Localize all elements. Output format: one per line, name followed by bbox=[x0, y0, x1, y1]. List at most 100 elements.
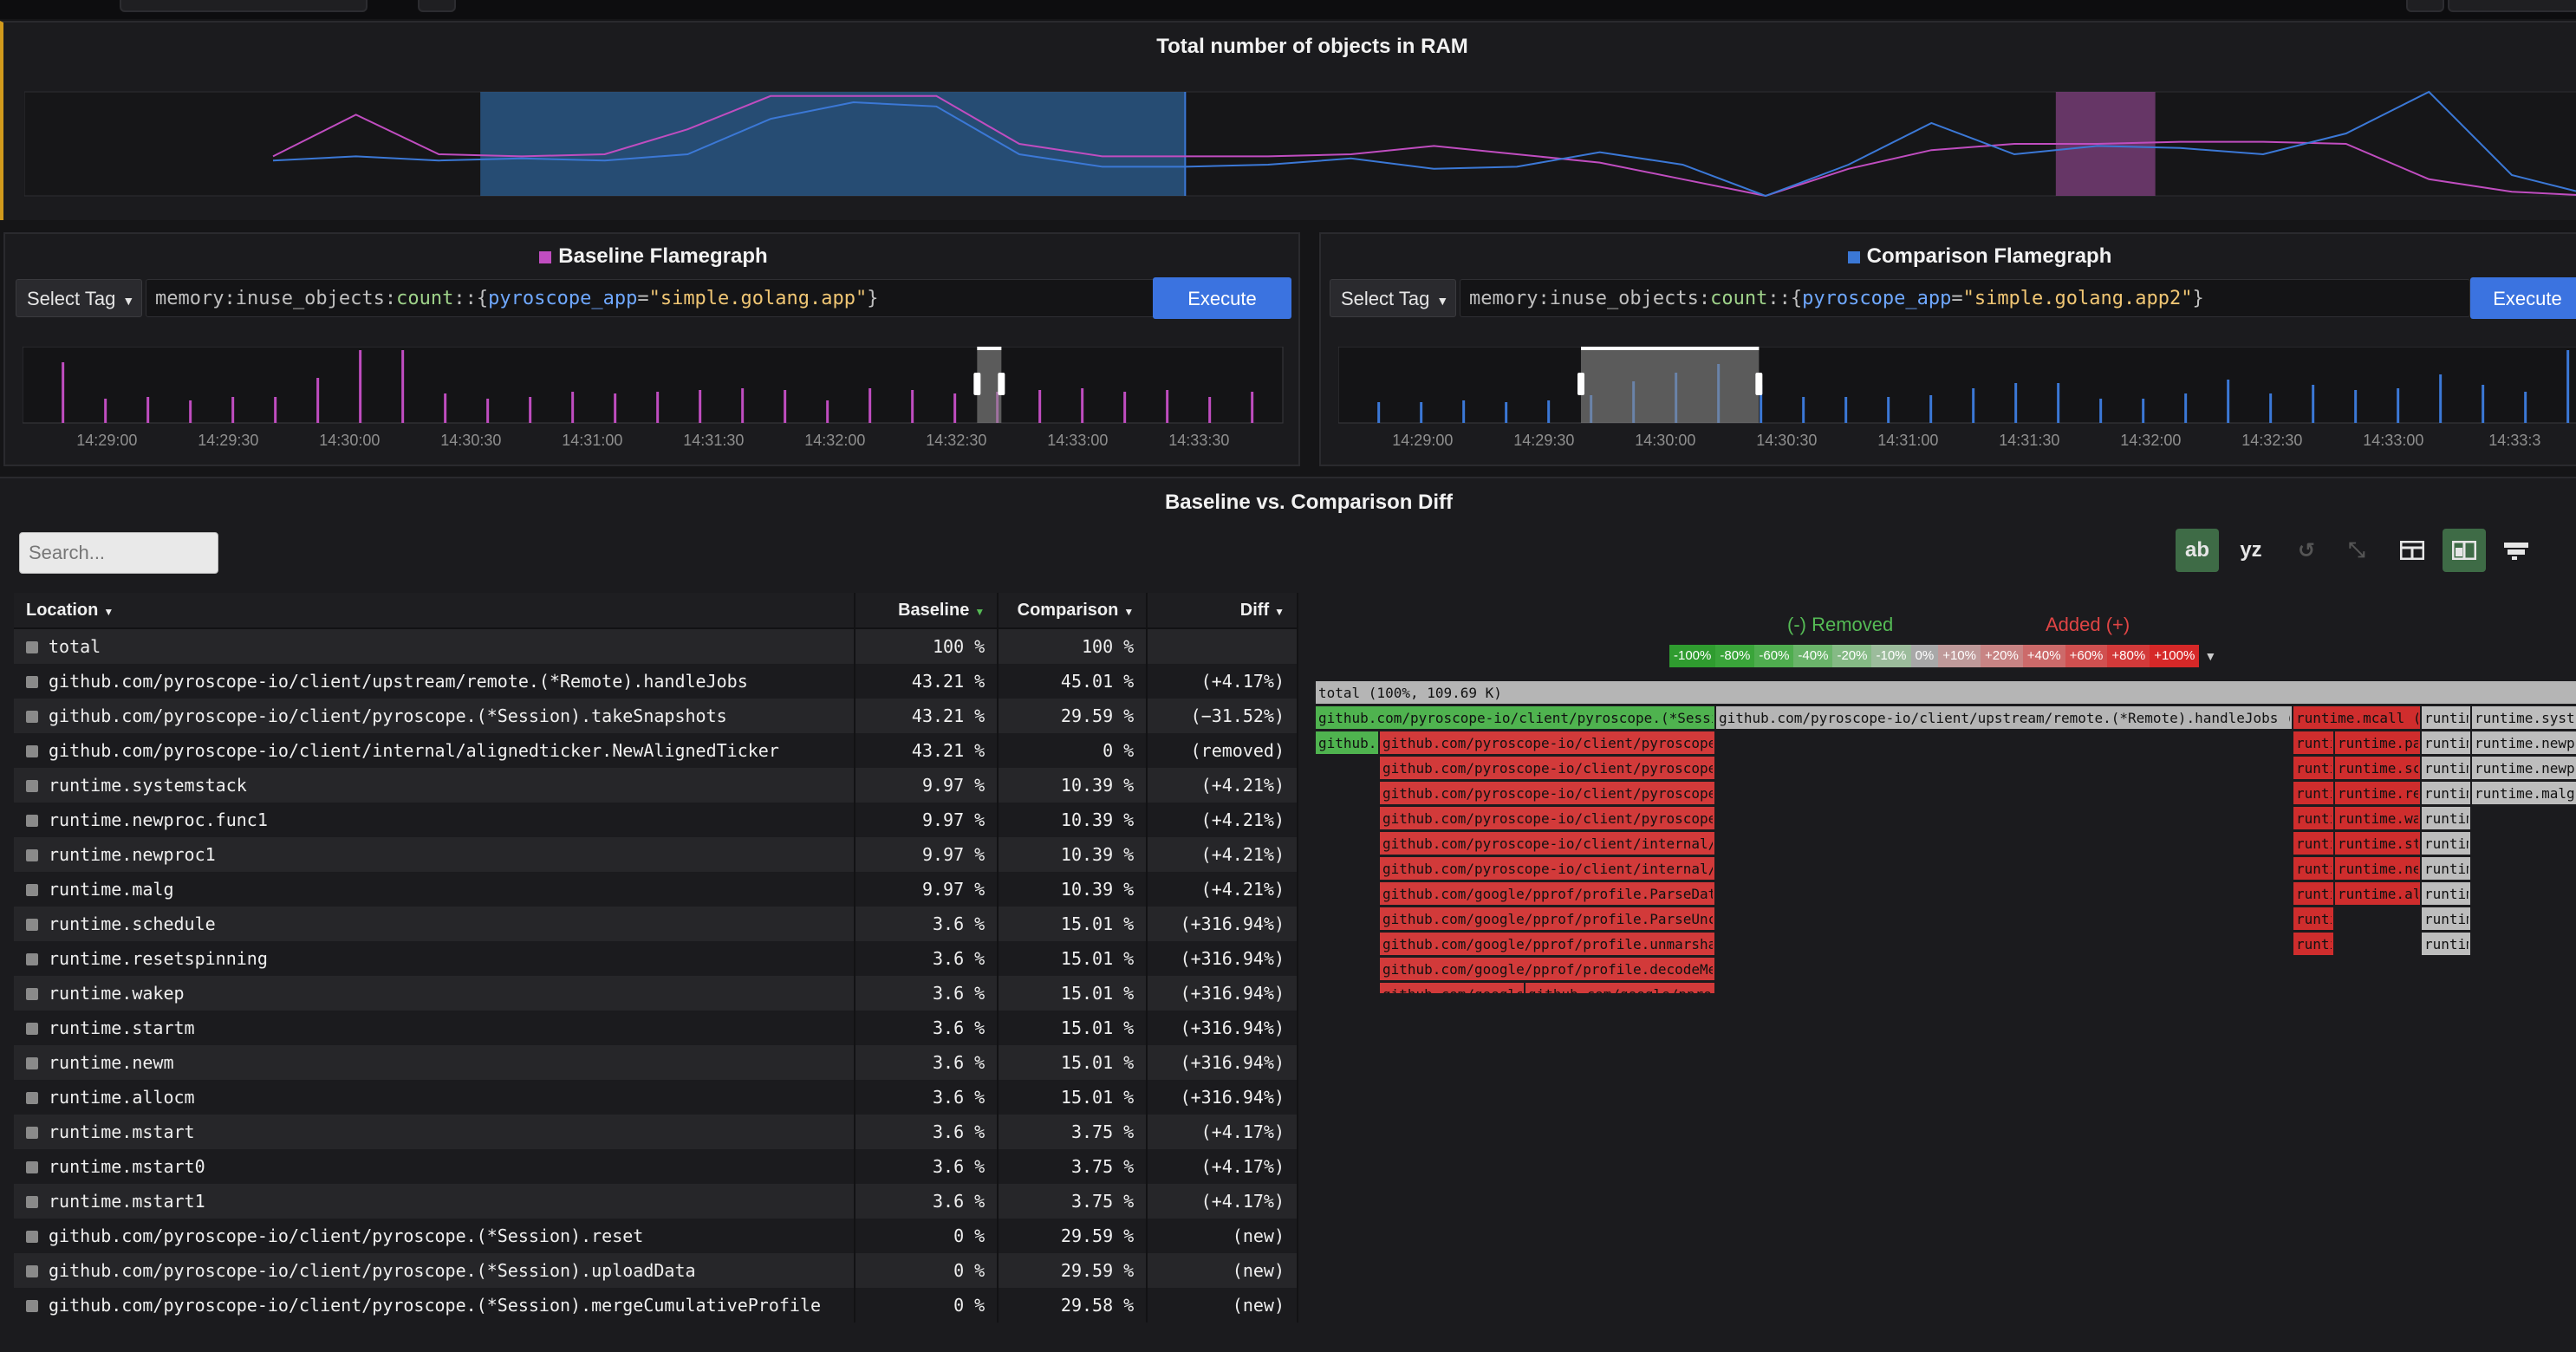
cell-diff: (+316.94%) bbox=[1147, 1011, 1298, 1045]
top-control-small[interactable] bbox=[418, 0, 456, 12]
svg-text:runtime.malg: runtime.malg bbox=[2475, 785, 2575, 802]
comparison-query-value: "simple.golang.app2" bbox=[1962, 288, 2193, 309]
x-tick-label: 14:30:00 bbox=[319, 432, 380, 449]
row-color-square-icon bbox=[26, 1161, 38, 1173]
table-row[interactable]: runtime.mstart0 3.6 % 3.75 % (+4.17%) bbox=[14, 1149, 1298, 1184]
comparison-timeline-chart[interactable]: 14:29:00 14:29:30 14:30:00 14:30:30 14:31:00… bbox=[1338, 347, 2576, 451]
comparison-query-input[interactable]: memory:inuse_objects:count::{pyroscope_a… bbox=[1460, 279, 2470, 317]
main-timeline-chart[interactable]: 14:29:0014:29:3014:30:0014:30:3014:31:00… bbox=[24, 75, 2576, 205]
table-row[interactable]: github.com/pyroscope-io/client/pyroscope… bbox=[14, 1219, 1298, 1253]
table-row[interactable]: runtime.startm 3.6 % 15.01 % (+316.94%) bbox=[14, 1011, 1298, 1045]
x-tick-label: 14:30:30 bbox=[1756, 432, 1817, 449]
table-row[interactable]: runtime.mstart 3.6 % 3.75 % (+4.17%) bbox=[14, 1115, 1298, 1149]
column-header-comparison[interactable]: Comparison ▼ bbox=[998, 593, 1148, 629]
top-control-small-right[interactable] bbox=[2406, 0, 2444, 12]
drag-handle bbox=[998, 373, 1005, 395]
location-text: runtime.resetspinning bbox=[49, 948, 268, 969]
table-row[interactable]: runtime.newproc.func1 9.97 % 10.39 % (+4.21… bbox=[14, 803, 1298, 837]
sort-reverse-icon[interactable]: yz bbox=[2229, 529, 2273, 572]
cell-comparison: 3.75 % bbox=[998, 1184, 1148, 1219]
svg-text:runtime.mcall (: runtime.mcall ( bbox=[2296, 710, 2422, 726]
cell-baseline: 43.21 % bbox=[855, 699, 999, 733]
cell-comparison: 15.01 % bbox=[998, 1045, 1148, 1080]
table-row[interactable]: github.com/pyroscope-io/client/internal/… bbox=[14, 733, 1298, 768]
cell-baseline: 43.21 % bbox=[855, 733, 999, 768]
flame-node: github.com/google/pprof/profile.ParseDat… bbox=[1380, 882, 1714, 905]
location-text: runtime.newm bbox=[49, 1052, 174, 1073]
table-row[interactable]: total 100 % 100 % bbox=[14, 628, 1298, 664]
column-header-location[interactable]: Location ▼ bbox=[14, 593, 856, 629]
flamegraph-view-icon[interactable] bbox=[2495, 529, 2538, 572]
column-header-diff[interactable]: Diff ▼ bbox=[1147, 593, 1298, 629]
baseline-timeline-chart[interactable]: 14:29:00 14:29:30 14:30:00 14:30:30 14:31:00… bbox=[23, 347, 1288, 451]
comparison-execute-button[interactable]: Execute bbox=[2470, 277, 2576, 319]
flame-node: runtime.newproc1 bbox=[2472, 757, 2576, 779]
table-row[interactable]: github.com/pyroscope-io/client/upstream/… bbox=[14, 664, 1298, 699]
svg-text:github.com/pyroscope-io/client: github.com/pyroscope-io/client/pyroscope… bbox=[1382, 785, 1741, 802]
cell-baseline: 3.6 % bbox=[855, 907, 999, 941]
sort-alpha-icon[interactable]: ab bbox=[2176, 529, 2219, 572]
chevron-down-icon[interactable]: ▼ bbox=[2204, 645, 2216, 671]
table-row[interactable]: runtime.malg 9.97 % 10.39 % (+4.21%) bbox=[14, 872, 1298, 907]
table-row[interactable]: github.com/pyroscope-io/client/pyroscope… bbox=[14, 1253, 1298, 1288]
x-tick-label: 14:29:30 bbox=[198, 432, 258, 449]
x-tick-label: 14:30:30 bbox=[440, 432, 501, 449]
undo-icon[interactable]: ↺ bbox=[2285, 529, 2328, 572]
table-row[interactable]: runtime.systemstack 9.97 % 10.39 % (+4.21%) bbox=[14, 768, 1298, 803]
both-view-icon[interactable] bbox=[2443, 529, 2486, 572]
legend-segment: +10% bbox=[1938, 645, 1981, 667]
cell-comparison: 10.39 % bbox=[998, 872, 1148, 907]
top-control-right[interactable] bbox=[2448, 0, 2576, 12]
table-row[interactable]: runtime.allocm 3.6 % 15.01 % (+316.94%) bbox=[14, 1080, 1298, 1115]
baseline-query-input[interactable]: memory:inuse_objects:count::{pyroscope_a… bbox=[146, 279, 1156, 317]
cell-location: runtime.allocm bbox=[14, 1080, 856, 1115]
svg-text:runtime.newproc1: runtime.newproc1 bbox=[2475, 760, 2576, 777]
comparison-select-tag-button[interactable]: Select Tag ▼ bbox=[1330, 279, 1456, 317]
cell-diff: (new) bbox=[1147, 1219, 1298, 1253]
cell-location: github.com/pyroscope-io/client/pyroscope… bbox=[14, 1253, 856, 1288]
baseline-execute-button[interactable]: Execute bbox=[1153, 277, 1291, 319]
diff-legend-bar[interactable]: -100% -80% -60% -40% -20% -10% 0% +10% +20% +40% +… bbox=[1669, 645, 2216, 671]
cell-diff: (+316.94%) bbox=[1147, 907, 1298, 941]
cell-comparison: 29.59 % bbox=[998, 699, 1148, 733]
table-view-icon[interactable] bbox=[2391, 529, 2434, 572]
table-row[interactable]: github.com/pyroscope-io/client/pyroscope… bbox=[14, 699, 1298, 733]
column-header-label: Location bbox=[26, 600, 99, 620]
flame-node: github.com/google/pprof/profile.ParseUnc… bbox=[1380, 907, 1714, 930]
column-header-baseline[interactable]: Baseline ▼ bbox=[855, 593, 999, 629]
comparison-query-label: pyroscope_app bbox=[1802, 288, 1952, 309]
cell-diff: (+316.94%) bbox=[1147, 1045, 1298, 1080]
table-row[interactable]: runtime.mstart1 3.6 % 3.75 % (+4.17%) bbox=[14, 1184, 1298, 1219]
cell-comparison: 29.58 % bbox=[998, 1288, 1148, 1323]
plot-area bbox=[24, 91, 2576, 197]
cell-comparison: 29.59 % bbox=[998, 1219, 1148, 1253]
collapse-icon[interactable]: ⤡ bbox=[2335, 529, 2378, 572]
cell-location: runtime.wakep bbox=[14, 976, 856, 1011]
flamegraph-view-glyph bbox=[2504, 543, 2528, 560]
cell-baseline: 9.97 % bbox=[855, 803, 999, 837]
row-color-square-icon bbox=[26, 815, 38, 827]
table-row[interactable]: runtime.newproc1 9.97 % 10.39 % (+4.21%) bbox=[14, 837, 1298, 872]
table-row[interactable]: runtime.newm 3.6 % 15.01 % (+316.94%) bbox=[14, 1045, 1298, 1080]
comparison-query-prefix: memory:inuse_objects: bbox=[1469, 288, 1711, 309]
cell-baseline: 43.21 % bbox=[855, 664, 999, 699]
table-row[interactable]: runtime.resetspinning 3.6 % 15.01 % (+316.9… bbox=[14, 941, 1298, 976]
drag-handle bbox=[1755, 373, 1763, 395]
table-row[interactable]: runtime.schedule 3.6 % 15.01 % (+316.94%) bbox=[14, 907, 1298, 941]
legend-segment: -40% bbox=[1793, 645, 1833, 667]
cell-baseline: 100 % bbox=[855, 628, 999, 664]
location-text: runtime.malg bbox=[49, 879, 174, 900]
top-control[interactable] bbox=[120, 0, 368, 12]
baseline-query-value: "simple.golang.app" bbox=[648, 288, 868, 309]
search-input[interactable] bbox=[19, 532, 218, 574]
baseline-color-square-icon bbox=[539, 251, 552, 263]
svg-text:github.com/pyroscope-io/client: github.com/pyroscope-io/client/internal/… bbox=[1382, 835, 1734, 852]
baseline-select-tag-button[interactable]: Select Tag ▼ bbox=[16, 279, 142, 317]
table-row[interactable]: runtime.wakep 3.6 % 15.01 % (+316.94%) bbox=[14, 976, 1298, 1011]
row-color-square-icon bbox=[26, 1023, 38, 1035]
table-row[interactable]: github.com/pyroscope-io/client/pyroscope… bbox=[14, 1288, 1298, 1323]
location-text: runtime.mstart0 bbox=[49, 1156, 205, 1177]
cell-diff: (new) bbox=[1147, 1253, 1298, 1288]
flamegraph[interactable]: total (100%, 109.69 K) github.com/pyrosco… bbox=[1316, 681, 2576, 993]
top-toolbar bbox=[0, 0, 2576, 19]
